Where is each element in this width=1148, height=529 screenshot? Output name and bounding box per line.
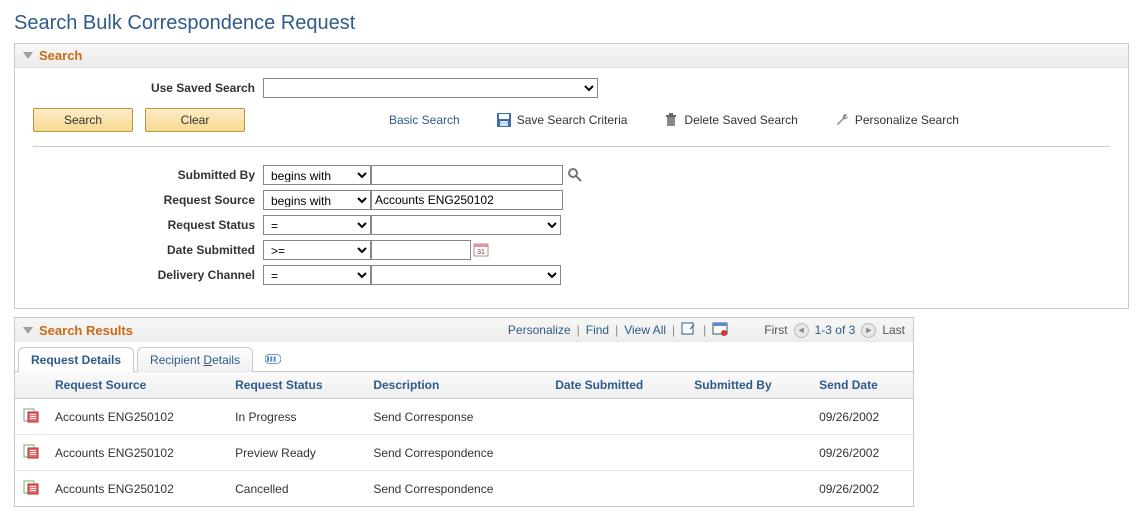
cell-description: Send Corresponse [365,399,547,435]
cell-description: Send Correspondence [365,435,547,471]
col-send-date[interactable]: Send Date [811,372,913,399]
cell-submitted-by [686,471,811,507]
tab-request-details-label: Request Details [31,353,121,367]
cell-send-date: 09/26/2002 [811,435,913,471]
personalize-search-label: Personalize Search [855,113,959,127]
delete-saved-link[interactable]: Delete Saved Search [663,112,797,128]
search-button[interactable]: Search [33,108,133,132]
criteria-section: Submitted By begins with Request Source … [33,165,1110,285]
prev-arrow[interactable]: ◄ [794,323,809,338]
saved-search-select[interactable] [263,78,598,98]
personalize-search-link[interactable]: Personalize Search [834,112,959,128]
view-all-link[interactable]: View All [624,323,666,337]
tab-recipient-details-suffix: etails [212,353,240,367]
date-submitted-label: Date Submitted [33,243,263,257]
calendar-icon[interactable]: 31 [473,242,489,258]
submitted-by-input[interactable] [371,165,563,185]
table-row: Accounts ENG250102Preview ReadySend Corr… [15,435,914,471]
request-source-operator[interactable]: begins with [263,190,371,210]
tab-recipient-details-prefix: Recipient [150,353,203,367]
date-submitted-input[interactable] [371,240,471,260]
request-status-label: Request Status [33,218,263,232]
trash-icon [663,112,679,128]
cell-request-status: Preview Ready [227,435,365,471]
delivery-channel-operator[interactable]: = [263,265,371,285]
request-status-operator[interactable]: = [263,215,371,235]
cell-request-source: Accounts ENG250102 [47,435,227,471]
saved-search-label: Use Saved Search [33,81,263,95]
request-source-input[interactable] [371,190,563,210]
tabs-row: Request Details Recipient Details [14,342,914,371]
cell-request-status: In Progress [227,399,365,435]
col-submitted-by[interactable]: Submitted By [686,372,811,399]
row-range: 1-3 of 3 [815,323,856,337]
cell-date-submitted [547,471,686,507]
col-description[interactable]: Description [365,372,547,399]
basic-search-link[interactable]: Basic Search [389,113,460,127]
search-toolbar: Search Clear Basic Search Save Search Cr… [33,108,1110,132]
results-title: Search Results [39,323,133,338]
clear-button[interactable]: Clear [145,108,245,132]
delivery-channel-value[interactable] [371,265,561,285]
wrench-icon [834,112,850,128]
col-request-status[interactable]: Request Status [227,372,365,399]
submitted-by-label: Submitted By [33,168,263,182]
search-panel-title: Search [39,48,82,63]
delivery-channel-label: Delivery Channel [33,268,263,282]
cell-send-date: 09/26/2002 [811,399,913,435]
download-grid-icon[interactable] [712,322,728,338]
svg-text:31: 31 [477,249,485,256]
results-table: Request Source Request Status Descriptio… [14,371,914,507]
row-action-icon[interactable] [23,443,39,462]
cell-date-submitted [547,399,686,435]
lookup-icon[interactable] [567,167,583,183]
find-link[interactable]: Find [586,323,609,337]
table-row: Accounts ENG250102CancelledSend Correspo… [15,471,914,507]
cell-submitted-by [686,399,811,435]
delete-saved-label: Delete Saved Search [684,113,797,127]
page-title: Search Bulk Correspondence Request [14,12,1134,35]
show-all-columns-icon[interactable] [265,351,281,367]
first-link[interactable]: First [764,323,787,337]
col-request-source[interactable]: Request Source [47,372,227,399]
save-icon [496,112,512,128]
divider [33,146,1110,147]
request-status-value[interactable] [371,215,561,235]
tab-recipient-details[interactable]: Recipient Details [137,347,253,372]
saved-search-row: Use Saved Search [33,78,1110,98]
personalize-grid-link[interactable]: Personalize [508,323,571,337]
save-criteria-label: Save Search Criteria [517,113,628,127]
cell-request-status: Cancelled [227,471,365,507]
zoom-grid-icon[interactable] [681,322,697,338]
table-row: Accounts ENG250102In ProgressSend Corres… [15,399,914,435]
collapse-icon[interactable] [23,52,33,59]
date-submitted-operator[interactable]: >= [263,240,371,260]
tab-request-details[interactable]: Request Details [18,347,134,372]
tab-recipient-details-accesskey: D [203,353,212,367]
cell-request-source: Accounts ENG250102 [47,399,227,435]
cell-description: Send Correspondence [365,471,547,507]
cell-request-source: Accounts ENG250102 [47,471,227,507]
row-action-icon[interactable] [23,407,39,426]
request-source-label: Request Source [33,193,263,207]
results-header: Search Results Personalize | Find | View… [14,317,914,342]
next-arrow[interactable]: ► [861,323,876,338]
cell-send-date: 09/26/2002 [811,471,913,507]
cell-submitted-by [686,435,811,471]
submitted-by-operator[interactable]: begins with [263,165,371,185]
search-panel-header: Search [15,44,1128,68]
save-criteria-link[interactable]: Save Search Criteria [496,112,628,128]
results-panel: Search Results Personalize | Find | View… [14,317,914,507]
col-date-submitted[interactable]: Date Submitted [547,372,686,399]
row-action-icon[interactable] [23,479,39,498]
cell-date-submitted [547,435,686,471]
search-panel: Search Use Saved Search Search Clear Bas… [14,43,1129,309]
results-toolbar: Personalize | Find | View All | | First … [508,322,905,338]
results-collapse-icon[interactable] [23,327,33,334]
last-link[interactable]: Last [882,323,905,337]
